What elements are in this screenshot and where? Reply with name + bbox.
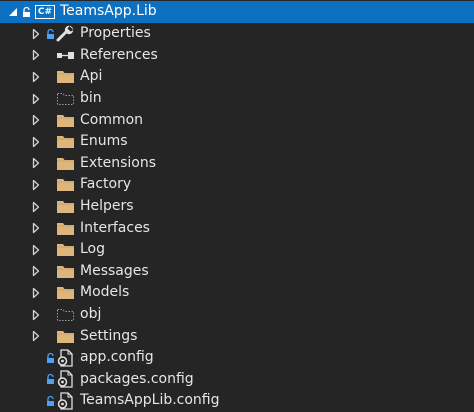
tree-item-label: Common — [80, 111, 144, 128]
expand-arrow-icon[interactable] — [30, 221, 42, 235]
expand-arrow-icon[interactable] — [30, 135, 42, 149]
tree-item-label: Helpers — [80, 198, 134, 215]
lock-icon — [21, 5, 31, 19]
wrench-icon — [54, 25, 76, 43]
tree-item-label: Interfaces — [80, 219, 150, 236]
tree-item-api[interactable]: Api — [0, 66, 474, 88]
tree-item-label: Properties — [80, 25, 151, 42]
expand-arrow-icon[interactable] — [30, 178, 42, 192]
folder-icon — [54, 176, 76, 194]
project-label: TeamsApp.Lib — [60, 3, 157, 20]
tree-item-label: obj — [80, 306, 102, 323]
folder-icon — [54, 68, 76, 86]
tree-item-packages-config[interactable]: packages.config — [0, 369, 474, 391]
folder-icon — [54, 111, 76, 129]
tree-item-label: TeamsAppLib.config — [80, 392, 220, 409]
folder-icon — [54, 241, 76, 259]
expand-arrow-icon[interactable] — [30, 48, 42, 62]
tree-item-factory[interactable]: Factory — [0, 174, 474, 196]
tree-item-label: Messages — [80, 262, 149, 279]
tree-item-references[interactable]: References — [0, 45, 474, 67]
tree-item-label: packages.config — [80, 370, 194, 387]
tree-item-label: Log — [80, 241, 106, 258]
tree-item-obj[interactable]: obj — [0, 304, 474, 326]
folder-icon — [54, 327, 76, 345]
tree-item-bin[interactable]: bin — [0, 88, 474, 110]
tree-item-label: Factory — [80, 176, 132, 193]
expand-arrow-icon[interactable] — [30, 329, 42, 343]
tree-item-teamsapplib-config[interactable]: TeamsAppLib.config — [0, 390, 474, 412]
expand-arrow-icon[interactable] — [30, 308, 42, 322]
expand-arrow-icon[interactable] — [30, 92, 42, 106]
expand-arrow-icon[interactable] — [30, 286, 42, 300]
tree-item-label: Extensions — [80, 154, 157, 171]
solution-explorer-tree: C# TeamsApp.Lib Properties References Api b… — [0, 0, 474, 412]
expanded-arrow-icon[interactable] — [7, 5, 19, 19]
tree-item-properties[interactable]: Properties — [0, 23, 474, 45]
tree-item-extensions[interactable]: Extensions — [0, 153, 474, 175]
tree-item-settings[interactable]: Settings — [0, 325, 474, 347]
tree-item-label: Settings — [80, 327, 138, 344]
folder-icon — [54, 154, 76, 172]
expand-arrow-icon[interactable] — [30, 243, 42, 257]
config-file-icon — [54, 370, 76, 389]
expand-arrow-icon[interactable] — [30, 113, 42, 127]
tree-item-app-config[interactable]: app.config — [0, 347, 474, 369]
tree-item-messages[interactable]: Messages — [0, 261, 474, 283]
tree-item-interfaces[interactable]: Interfaces — [0, 217, 474, 239]
tree-item-label: Api — [80, 68, 103, 85]
folder-icon — [54, 284, 76, 302]
hidden-folder-icon — [54, 306, 76, 324]
project-node-teamsapp-lib[interactable]: C# TeamsApp.Lib — [0, 1, 474, 23]
hidden-folder-icon — [54, 90, 76, 108]
config-file-icon — [54, 392, 76, 410]
tree-item-log[interactable]: Log — [0, 239, 474, 261]
project-badge: C# — [34, 4, 56, 19]
csharp-project-icon: C# — [34, 4, 56, 20]
tree-item-label: bin — [80, 90, 102, 107]
tree-item-enums[interactable]: Enums — [0, 131, 474, 153]
tree-item-models[interactable]: Models — [0, 282, 474, 304]
config-file-icon — [54, 349, 76, 367]
expand-arrow-icon[interactable] — [30, 70, 42, 84]
expand-arrow-icon[interactable] — [30, 200, 42, 214]
folder-icon — [54, 262, 76, 280]
tree-item-label: app.config — [80, 349, 154, 366]
tree-item-helpers[interactable]: Helpers — [0, 196, 474, 218]
expand-arrow-icon[interactable] — [30, 264, 42, 278]
expand-arrow-icon[interactable] — [30, 27, 42, 41]
folder-icon — [54, 198, 76, 216]
expand-arrow-icon[interactable] — [30, 156, 42, 170]
folder-icon — [54, 133, 76, 151]
folder-icon — [54, 219, 76, 237]
tree-item-label: Models — [80, 284, 130, 301]
tree-item-common[interactable]: Common — [0, 109, 474, 131]
tree-item-label: Enums — [80, 133, 128, 150]
tree-item-label: References — [80, 46, 158, 63]
references-icon — [54, 46, 76, 64]
